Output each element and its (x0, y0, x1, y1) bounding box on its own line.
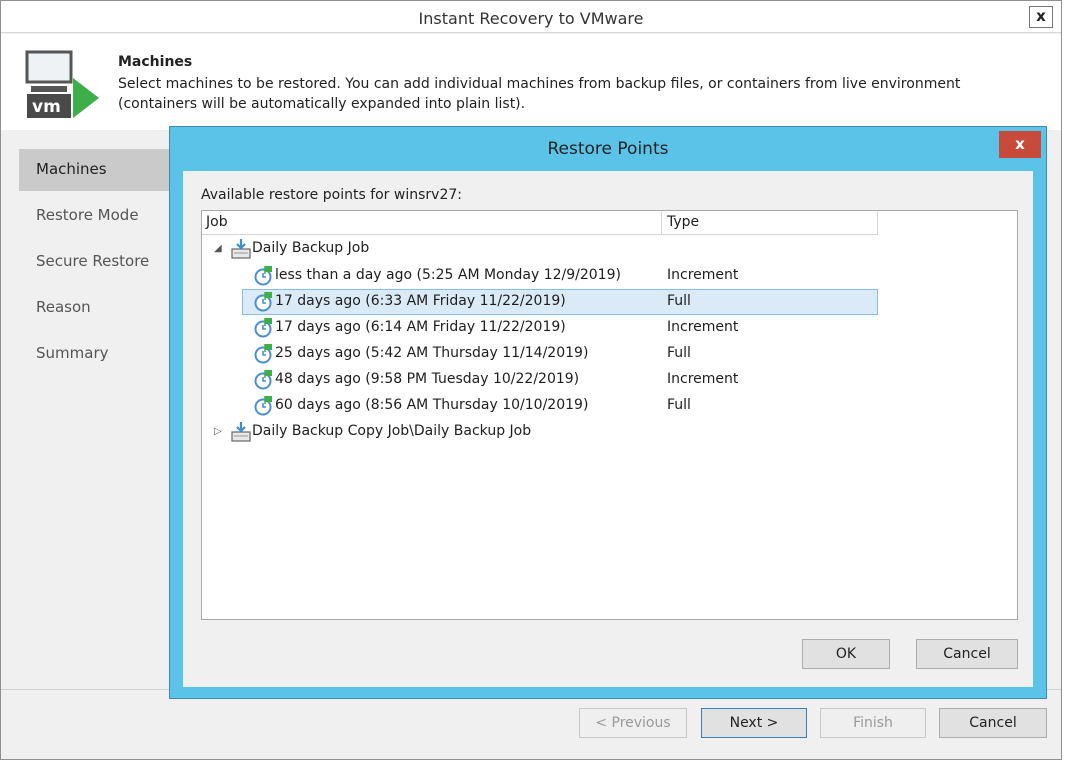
restore-points-grid: Job Type ◢ Daily Backup Job less than a … (201, 210, 1018, 620)
step-restore-mode[interactable]: Restore Mode (19, 195, 179, 237)
column-header-type[interactable]: Type (662, 211, 878, 235)
restore-point-type: Increment (667, 267, 739, 283)
restore-point-row[interactable]: 17 days ago (6:14 AM Friday 11/22/2019) … (202, 315, 1017, 341)
restore-point-label: 60 days ago (8:56 AM Thursday 10/10/2019… (275, 397, 589, 413)
title-bar: Instant Recovery to VMware x (1, 1, 1061, 33)
restore-point-row[interactable]: 48 days ago (9:58 PM Tuesday 10/22/2019)… (202, 367, 1017, 393)
finish-button[interactable]: Finish (820, 708, 926, 738)
step-title: Machines (118, 54, 193, 70)
restore-points-label: Available restore points for winsrv27: (201, 187, 462, 203)
cancel-button[interactable]: Cancel (939, 708, 1047, 738)
restore-point-icon (254, 396, 272, 416)
restore-points-dialog: Restore Points x Available restore point… (169, 126, 1047, 699)
next-button[interactable]: Next > (701, 708, 807, 738)
backup-job-icon (231, 239, 251, 259)
restore-point-type: Increment (667, 371, 739, 387)
restore-point-row[interactable]: less than a day ago (5:25 AM Monday 12/9… (202, 263, 1017, 289)
dialog-close-button[interactable]: x (999, 131, 1041, 158)
restore-point-icon (254, 318, 272, 338)
restore-point-type: Increment (667, 319, 739, 335)
restore-point-row-selected[interactable]: 17 days ago (6:33 AM Friday 11/22/2019) … (202, 289, 1017, 315)
restore-point-row[interactable]: 25 days ago (5:42 AM Thursday 11/14/2019… (202, 341, 1017, 367)
restore-point-label: 17 days ago (6:14 AM Friday 11/22/2019) (275, 319, 566, 335)
restore-point-type: Full (667, 293, 691, 309)
dialog-title: Restore Points (547, 139, 669, 159)
backup-copy-job-icon (231, 422, 251, 442)
restore-point-label: 25 days ago (5:42 AM Thursday 11/14/2019… (275, 345, 589, 361)
restore-point-icon (254, 292, 272, 312)
tree-row-job[interactable]: ◢ Daily Backup Job (202, 236, 1017, 262)
vm-icon: vm (25, 50, 99, 118)
step-reason[interactable]: Reason (19, 287, 179, 329)
restore-point-type: Full (667, 397, 691, 413)
ok-button[interactable]: OK (802, 639, 890, 669)
grid-header: Job Type (202, 211, 1017, 235)
wizard-header: vm Machines Select machines to be restor… (1, 34, 1061, 130)
column-header-job[interactable]: Job (202, 211, 662, 235)
restore-point-label: less than a day ago (5:25 AM Monday 12/9… (275, 267, 621, 283)
restore-point-label: 17 days ago (6:33 AM Friday 11/22/2019) (275, 293, 566, 309)
step-summary[interactable]: Summary (19, 333, 179, 375)
job-name: Daily Backup Job (252, 240, 370, 256)
window-title: Instant Recovery to VMware (418, 9, 644, 28)
collapse-arrow-icon[interactable]: ◢ (214, 243, 222, 254)
dialog-body: Available restore points for winsrv27: J… (183, 171, 1033, 687)
previous-button[interactable]: < Previous (579, 708, 687, 738)
restore-point-icon (254, 344, 272, 364)
job-name: Daily Backup Copy Job\Daily Backup Job (252, 423, 532, 439)
restore-point-icon (254, 266, 272, 286)
wizard-steps: Machines Restore Mode Secure Restore Rea… (19, 149, 179, 379)
step-secure-restore[interactable]: Secure Restore (19, 241, 179, 283)
window-close-button[interactable]: x (1029, 6, 1053, 28)
restore-point-label: 48 days ago (9:58 PM Tuesday 10/22/2019) (275, 371, 580, 387)
step-machines[interactable]: Machines (19, 149, 179, 191)
dialog-cancel-button[interactable]: Cancel (916, 639, 1018, 669)
restore-point-type: Full (667, 345, 691, 361)
restore-point-icon (254, 370, 272, 390)
expand-arrow-icon[interactable]: ▷ (214, 426, 222, 437)
restore-point-row[interactable]: 60 days ago (8:56 AM Thursday 10/10/2019… (202, 393, 1017, 419)
step-description: Select machines to be restored. You can … (118, 76, 961, 112)
svg-text:vm: vm (32, 97, 61, 117)
tree-row-job[interactable]: ▷ Daily Backup Copy Job\Daily Backup Job (202, 419, 1017, 445)
